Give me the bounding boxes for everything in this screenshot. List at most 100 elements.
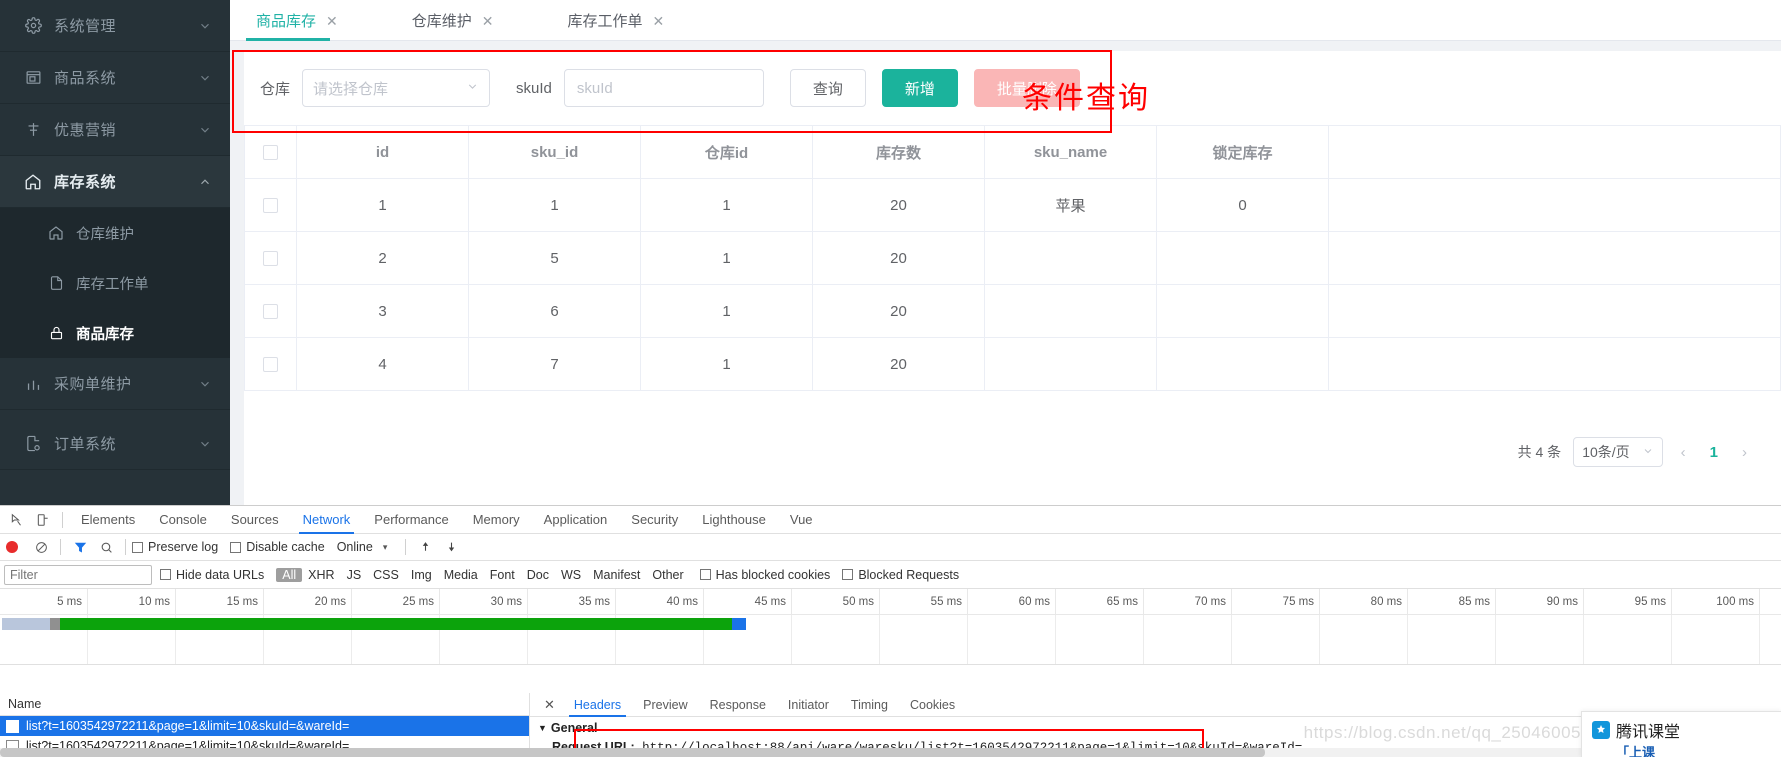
filter-type-media[interactable]: Media [438,568,484,582]
row-checkbox[interactable] [263,357,278,373]
timeline-tick: 5 ms [0,589,88,615]
clear-icon[interactable] [28,535,54,559]
close-icon[interactable]: ✕ [653,14,665,28]
blocked-requests-checkbox[interactable] [842,569,854,580]
table-row[interactable]: 3 6 1 20 [244,284,1781,338]
detail-tab-initiator[interactable]: Initiator [777,693,840,717]
devtools-tab-lighthouse[interactable]: Lighthouse [690,506,778,534]
devtools-tab-security[interactable]: Security [619,506,690,534]
import-har-icon[interactable] [412,535,438,559]
timeline-tick: 85 ms [1408,589,1496,615]
chevron-down-icon: ▾ [382,541,388,552]
tab-warehouse-maintenance[interactable]: 仓库维护 ✕ [398,0,508,41]
cell-id: 2 [296,231,469,285]
filter-type-font[interactable]: Font [484,568,521,582]
table-row[interactable]: 4 7 1 20 [244,337,1781,391]
preserve-log-checkbox[interactable] [132,541,143,553]
sidebar-item-order-system[interactable]: 订单系统 [0,418,230,470]
filter-type-js[interactable]: JS [341,568,368,582]
detail-tab-timing[interactable]: Timing [840,693,899,717]
sidebar-item-promotion[interactable]: 优惠营销 [0,104,230,156]
tab-bar: 商品库存 ✕ 仓库维护 ✕ 库存工作单 ✕ [230,0,1781,41]
request-list-item[interactable]: list?t=1603542972211&page=1&limit=10&sku… [0,716,529,736]
hide-data-urls-label: Hide data URLs [176,567,265,582]
add-button[interactable]: 新增 [881,69,958,107]
filter-type-img[interactable]: Img [405,568,438,582]
preserve-log-option[interactable]: Preserve log [132,540,218,554]
filter-type-manifest[interactable]: Manifest [587,568,646,582]
export-har-icon[interactable] [438,535,464,559]
page-number-1[interactable]: 1 [1704,444,1724,461]
table-row[interactable]: 2 5 1 20 [244,231,1781,285]
filter-type-xhr[interactable]: XHR [302,568,340,582]
close-icon[interactable]: ✕ [536,697,563,713]
disable-cache-option[interactable]: Disable cache [230,540,325,554]
filter-icon[interactable] [67,535,93,559]
close-icon[interactable]: ✕ [326,14,338,28]
network-timeline[interactable]: 5 ms 10 ms 15 ms 20 ms 25 ms 30 ms 35 ms… [0,589,1781,665]
sidebar-item-label: 采购单维护 [54,376,132,393]
table-row[interactable]: 1 1 1 20 苹果 0 [244,178,1781,232]
throttling-select[interactable]: Online ▾ [337,540,388,554]
blocked-requests-option[interactable]: Blocked Requests [842,568,959,582]
filter-input[interactable] [4,564,152,585]
filter-type-ws[interactable]: WS [555,568,587,582]
row-checkbox[interactable] [263,304,278,320]
tab-product-inventory[interactable]: 商品库存 ✕ [242,0,352,41]
horizontal-scrollbar[interactable] [0,748,1781,757]
detail-tab-preview[interactable]: Preview [632,693,698,717]
sidebar-item-label: 商品系统 [54,70,117,87]
cell-sku-id: 5 [468,231,641,285]
sidebar-item-inventory-workorder[interactable]: 库存工作单 [0,258,230,308]
devtools-tab-console[interactable]: Console [147,506,219,534]
has-blocked-cookies-checkbox[interactable] [699,569,711,580]
sidebar-item-product-inventory[interactable]: 商品库存 [0,308,230,358]
cell-extra [1328,178,1781,232]
tab-inventory-workorder[interactable]: 库存工作单 ✕ [554,0,679,41]
filter-type-doc[interactable]: Doc [521,568,555,582]
close-icon[interactable]: ✕ [482,14,494,28]
detail-tab-headers[interactable]: Headers [563,693,632,717]
search-icon[interactable] [93,535,119,559]
hide-data-urls-checkbox[interactable] [160,569,171,580]
warehouse-select[interactable]: 请选择仓库 [302,69,491,107]
skuid-label: skuId [516,79,552,97]
has-blocked-cookies-option[interactable]: Has blocked cookies [699,568,830,582]
page-size-select[interactable]: 10条/页 [1573,437,1663,467]
record-icon[interactable] [6,541,18,553]
sidebar-item-system-management[interactable]: 系统管理 [0,0,230,52]
device-toolbar-icon[interactable] [30,508,56,532]
sidebar-item-warehouse-maintenance[interactable]: 仓库维护 [0,208,230,258]
query-button[interactable]: 查询 [789,69,866,107]
detail-tab-cookies[interactable]: Cookies [899,693,966,717]
timeline-tick: 30 ms [440,589,528,615]
divider [60,539,61,555]
devtools-tab-application[interactable]: Application [532,506,620,534]
filter-type-other[interactable]: Other [646,568,689,582]
tencent-classroom-badge[interactable]: 腾讯课堂 「上课 [1581,711,1781,757]
filter-type-css[interactable]: CSS [367,568,405,582]
sidebar-item-inventory-system[interactable]: 库存系统 [0,156,230,208]
hide-data-urls-option[interactable]: Hide data URLs [160,568,264,582]
network-toolbar: Preserve log Disable cache Online ▾ [0,534,1781,561]
devtools-tab-network[interactable]: Network [291,506,363,534]
timeline-tick: 65 ms [1056,589,1144,615]
devtools-tab-sources[interactable]: Sources [219,506,291,534]
inspect-element-icon[interactable] [4,508,30,532]
detail-tab-response[interactable]: Response [699,693,777,717]
chevron-down-icon [198,71,212,85]
sidebar-item-product-system[interactable]: 商品系统 [0,52,230,104]
prev-page-button[interactable]: ‹ [1675,444,1692,461]
devtools-tab-performance[interactable]: Performance [362,506,460,534]
filter-type-all[interactable]: All [276,567,303,582]
row-checkbox[interactable] [263,251,278,267]
next-page-button[interactable]: › [1736,444,1753,461]
devtools-tab-vue[interactable]: Vue [778,506,825,534]
disable-cache-checkbox[interactable] [230,541,242,553]
select-all-checkbox[interactable] [263,145,278,161]
devtools-tab-memory[interactable]: Memory [461,506,532,534]
skuid-input[interactable] [563,69,764,107]
row-checkbox[interactable] [263,198,278,214]
devtools-tab-elements[interactable]: Elements [69,506,147,534]
sidebar-item-purchase-order[interactable]: 采购单维护 [0,358,230,410]
